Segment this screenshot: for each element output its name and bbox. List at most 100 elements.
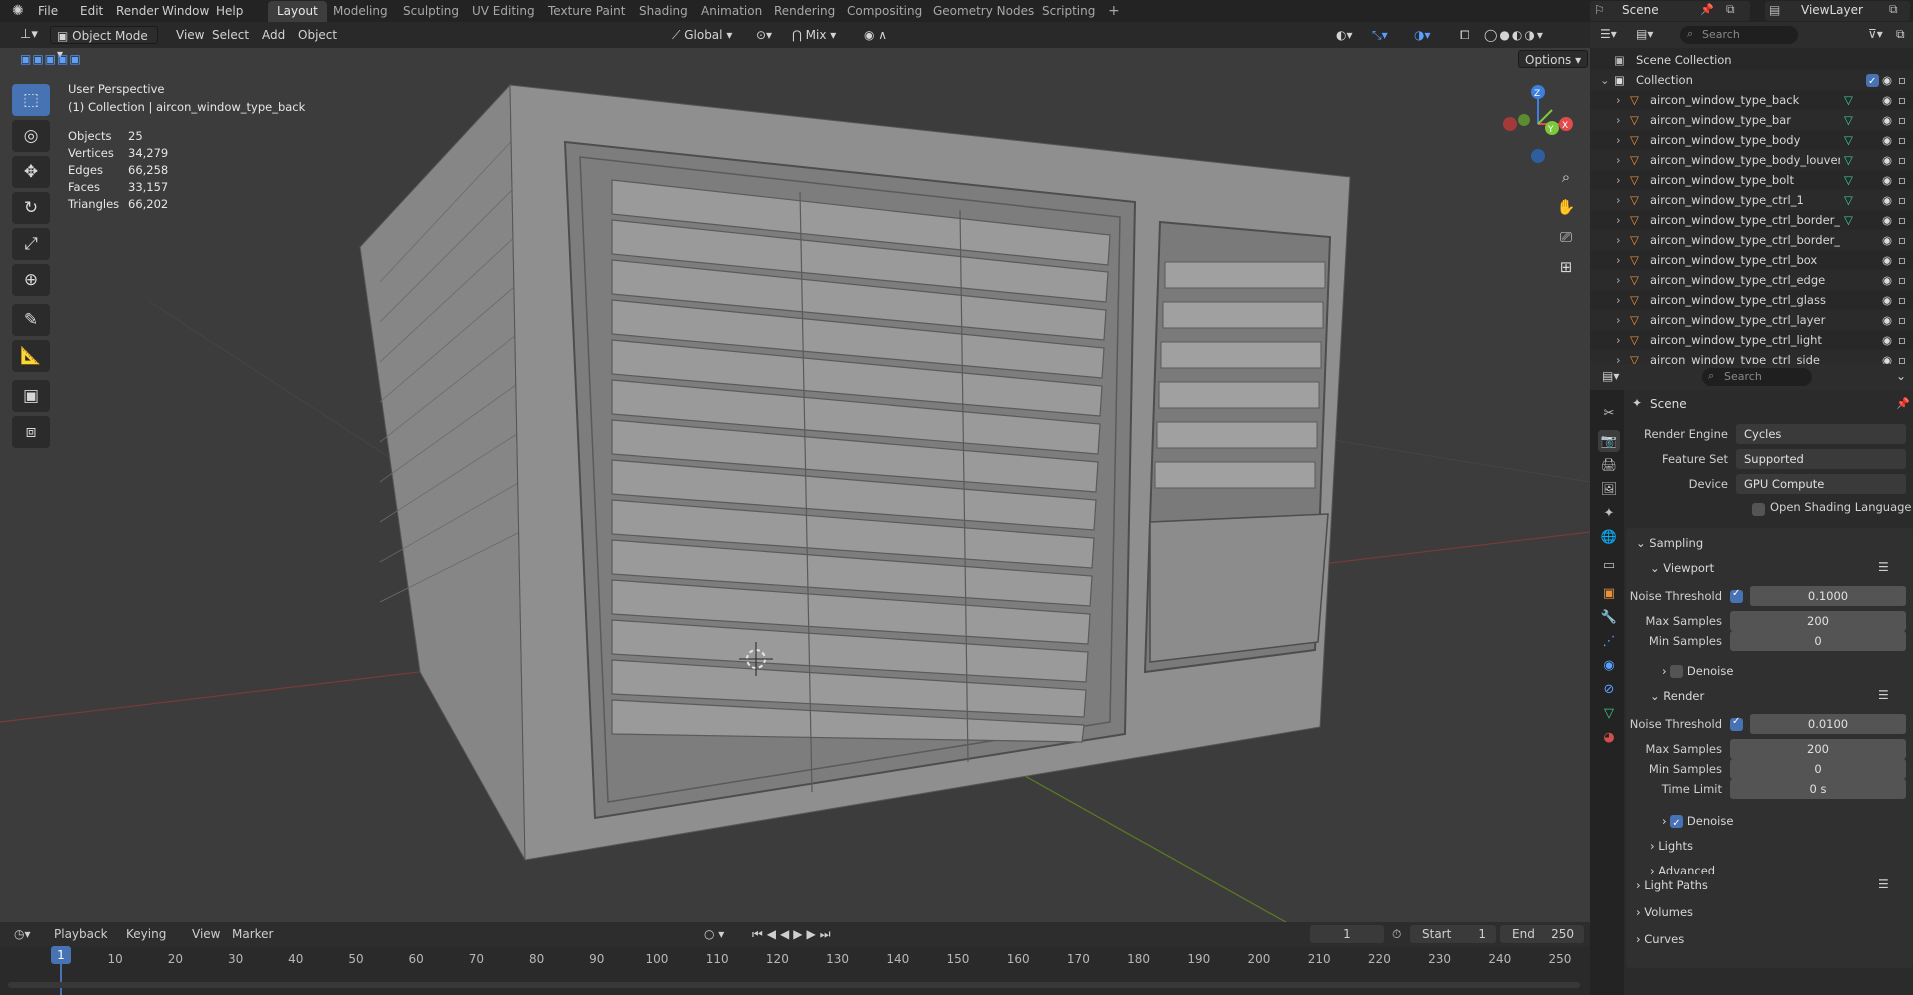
r-denoise-checkbox[interactable] (1670, 813, 1684, 835)
tab-animation[interactable]: Animation (692, 1, 771, 22)
pin-icon[interactable]: 📌 (1700, 3, 1714, 16)
viewport-subpanel-header[interactable]: ⌄ Viewport (1650, 557, 1714, 579)
outliner-object-row[interactable]: › ▽ aircon_window_type_bolt ▽ ◉ ▫ (1590, 170, 1913, 190)
chevron-right-icon[interactable]: › (1616, 270, 1621, 290)
camera-icon[interactable]: ▫ (1898, 290, 1906, 310)
chevron-right-icon[interactable]: › (1616, 330, 1621, 350)
camera-icon[interactable]: ▫ (1898, 350, 1906, 364)
camera-icon[interactable]: ▫ (1898, 190, 1906, 210)
vp-min-samples-field[interactable]: 0 (1730, 631, 1906, 651)
r-denoise-header[interactable]: › Denoise (1662, 810, 1733, 835)
outliner-search-input[interactable]: Search (1680, 26, 1798, 44)
proportional-edit-toggle[interactable]: ◉ ∧ (858, 26, 893, 44)
camera-icon[interactable]: ▫ (1898, 110, 1906, 130)
cursor-tool[interactable]: ◎ (12, 120, 50, 152)
output-tab-icon[interactable]: 🖨 (1598, 454, 1620, 476)
ortho-toggle-button[interactable]: ⊞ (1553, 254, 1579, 280)
add-object-tool[interactable]: ⧈ (12, 416, 50, 448)
chevron-right-icon[interactable]: › (1616, 230, 1621, 250)
eye-icon[interactable]: ◉ (1882, 150, 1892, 170)
list-icon[interactable]: ☰ (1878, 877, 1889, 891)
chevron-right-icon[interactable]: › (1616, 170, 1621, 190)
tool-tab-icon[interactable]: ✂ (1598, 402, 1620, 424)
eye-icon[interactable]: ◉ (1882, 290, 1892, 310)
physics-tab-icon[interactable]: ◉ (1598, 654, 1620, 676)
select-mode-buttons[interactable]: ▣▣▣▣▣ (14, 50, 88, 68)
options-chevron-icon[interactable]: ⌄ (1896, 369, 1906, 383)
visibility-selector[interactable]: ◐▾ (1330, 26, 1359, 44)
object-menu[interactable]: Object (292, 26, 343, 44)
osl-checkbox[interactable] (1752, 503, 1765, 516)
orientation-selector[interactable]: ⟋ Global ▾ (666, 26, 738, 44)
camera-icon[interactable]: ▫ (1898, 250, 1906, 270)
scale-tool[interactable]: ⤢ (12, 228, 50, 260)
chevron-right-icon[interactable]: › (1616, 190, 1621, 210)
properties-search-input[interactable]: Search (1702, 368, 1812, 386)
render-subpanel-header[interactable]: ⌄ Render (1650, 685, 1704, 707)
vp-denoise-header[interactable]: › Denoise (1662, 660, 1733, 682)
eye-icon[interactable]: ◉ (1882, 130, 1892, 150)
chevron-right-icon[interactable]: › (1616, 290, 1621, 310)
tab-shading[interactable]: Shading (630, 1, 697, 22)
camera-view-button[interactable]: ⎚ (1553, 224, 1579, 250)
r-noise-checkbox[interactable] (1730, 716, 1743, 731)
scene-collection-row[interactable]: ▣ Scene Collection (1590, 50, 1913, 70)
menu-file[interactable]: File (32, 2, 64, 20)
render-engine-select[interactable]: Cycles (1736, 424, 1906, 444)
playhead[interactable]: 1 (51, 946, 71, 964)
shading-modes[interactable]: ◯●◐◑▾ (1478, 26, 1551, 44)
display-mode-icon[interactable]: ▤▾ (1636, 27, 1653, 41)
mode-selector[interactable]: ▣ Object Mode ▾ (50, 26, 158, 61)
list-icon[interactable]: ☰ (1878, 560, 1889, 574)
zoom-button[interactable]: ⌕ (1553, 164, 1579, 190)
r-min-samples-field[interactable]: 0 (1730, 759, 1906, 779)
editor-type-icon[interactable]: ⊥▾ (14, 26, 44, 44)
menu-help[interactable]: Help (210, 2, 249, 20)
measure-tool[interactable]: 📐 (12, 340, 50, 372)
render-tab-icon[interactable]: 📷 (1598, 430, 1620, 452)
device-select[interactable]: GPU Compute (1736, 474, 1906, 494)
data-tab-icon[interactable]: ▽ (1598, 702, 1620, 724)
collection-row[interactable]: ⌄ ▣ Collection ◉ ▫ (1590, 70, 1913, 92)
eye-icon[interactable]: ◉ (1882, 110, 1892, 130)
pin-icon[interactable]: 📌 (1896, 397, 1910, 410)
r-time-limit-field[interactable]: 0 s (1730, 779, 1906, 799)
properties-editor-icon[interactable]: ▤▾ (1602, 369, 1619, 383)
transform-tool[interactable]: ⊕ (12, 264, 50, 296)
vp-noise-field[interactable]: 0.1000 (1750, 586, 1906, 606)
camera-icon[interactable]: ▫ (1898, 230, 1906, 250)
eye-icon[interactable]: ◉ (1882, 90, 1892, 110)
outliner-object-row[interactable]: › ▽ aircon_window_type_ctrl_edge ◉ ▫ (1590, 270, 1913, 290)
3d-viewport[interactable]: Z X Y ⬚ ◎ ✥ ↻ ⤢ ⊕ ✎ 📐 ▣ ⧈ User Perspecti… (0, 22, 1590, 930)
eye-icon[interactable]: ◉ (1882, 350, 1892, 364)
options-button[interactable]: Options ▾ (1518, 50, 1589, 68)
tab-sculpting[interactable]: Sculpting (394, 1, 468, 22)
new-collection-icon[interactable]: ⧉ (1896, 27, 1905, 42)
tab-scripting[interactable]: Scripting (1033, 1, 1104, 22)
menu-edit[interactable]: Edit (74, 2, 109, 20)
rotate-tool[interactable]: ↻ (12, 192, 50, 224)
outliner-object-row[interactable]: › ▽ aircon_window_type_ctrl_box ◉ ▫ (1590, 250, 1913, 270)
camera-icon[interactable]: ▫ (1898, 70, 1906, 90)
material-tab-icon[interactable]: ◕ (1598, 726, 1620, 748)
camera-icon[interactable]: ▫ (1898, 170, 1906, 190)
outliner-editor-icon[interactable]: ☰▾ (1600, 27, 1617, 41)
outliner-object-row[interactable]: › ▽ aircon_window_type_ctrl_1 ▽ ◉ ▫ (1590, 190, 1913, 210)
tab-rendering[interactable]: Rendering (765, 1, 844, 22)
chevron-right-icon[interactable]: › (1616, 130, 1621, 150)
outliner-object-row[interactable]: › ▽ aircon_window_type_ctrl_side ◉ ▫ (1590, 350, 1913, 364)
blender-logo-icon[interactable]: ✺ (6, 2, 30, 20)
tab-texture-paint[interactable]: Texture Paint (539, 1, 634, 22)
chevron-right-icon[interactable]: › (1616, 350, 1621, 364)
camera-icon[interactable]: ▫ (1898, 130, 1906, 150)
chevron-right-icon[interactable]: › (1616, 250, 1621, 270)
collection-checkbox[interactable] (1866, 72, 1879, 92)
xray-toggle[interactable]: ⧠ (1454, 26, 1476, 44)
view-layer-tab-icon[interactable]: 🖼 (1598, 478, 1620, 500)
modifier-tab-icon[interactable]: 🔧 (1598, 606, 1620, 628)
camera-icon[interactable]: ▫ (1898, 310, 1906, 330)
camera-icon[interactable]: ▫ (1898, 270, 1906, 290)
move-tool[interactable]: ✥ (12, 156, 50, 188)
add-cube-tool[interactable]: ▣ (12, 380, 50, 412)
curves-header[interactable]: › Curves (1636, 928, 1684, 950)
